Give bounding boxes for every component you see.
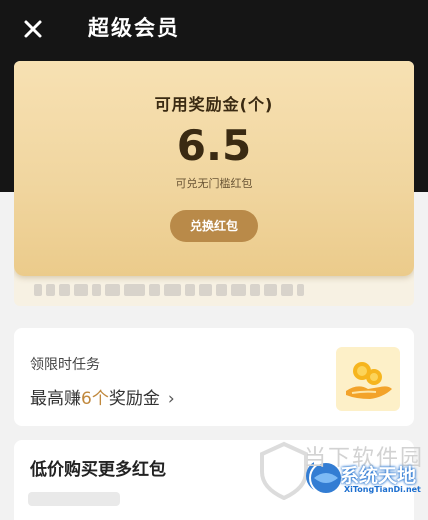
- chevron-right-icon: ›: [167, 389, 175, 409]
- reward-subtitle: 可兑无门槛红包: [175, 177, 253, 190]
- blurred-info-row: [34, 283, 305, 297]
- task-title: 领限时任务: [30, 357, 100, 373]
- task-desc-prefix: 最高赚: [30, 389, 81, 409]
- task-description[interactable]: 最高赚6个奖励金 ›: [30, 384, 175, 409]
- reward-amount: 6.5: [176, 121, 252, 170]
- reward-card-panel: 可用奖励金(个) 6.5 可兑无门槛红包 兑换红包: [14, 61, 414, 276]
- reward-title: 可用奖励金(个): [154, 95, 274, 114]
- task-desc-highlight: 6个: [81, 389, 109, 409]
- coin-hand-icon: [336, 347, 400, 411]
- close-icon: [24, 20, 42, 38]
- task-desc-suffix: 奖励金: [108, 389, 160, 409]
- exchange-red-packet-button[interactable]: 兑换红包: [170, 210, 258, 242]
- reward-card: 可用奖励金(个) 6.5 可兑无门槛红包 兑换红包: [14, 61, 414, 306]
- close-button[interactable]: [18, 14, 48, 44]
- buy-more-title: 低价购买更多红包: [30, 460, 166, 480]
- watermark-url: XiTongTianDi.net: [344, 485, 421, 494]
- page-title: 超级会员: [88, 16, 180, 40]
- limited-task-card[interactable]: 领限时任务 最高赚6个奖励金 ›: [14, 328, 414, 426]
- buy-option-chip[interactable]: [28, 492, 120, 506]
- watermark-main-text: 系统天地: [340, 465, 417, 487]
